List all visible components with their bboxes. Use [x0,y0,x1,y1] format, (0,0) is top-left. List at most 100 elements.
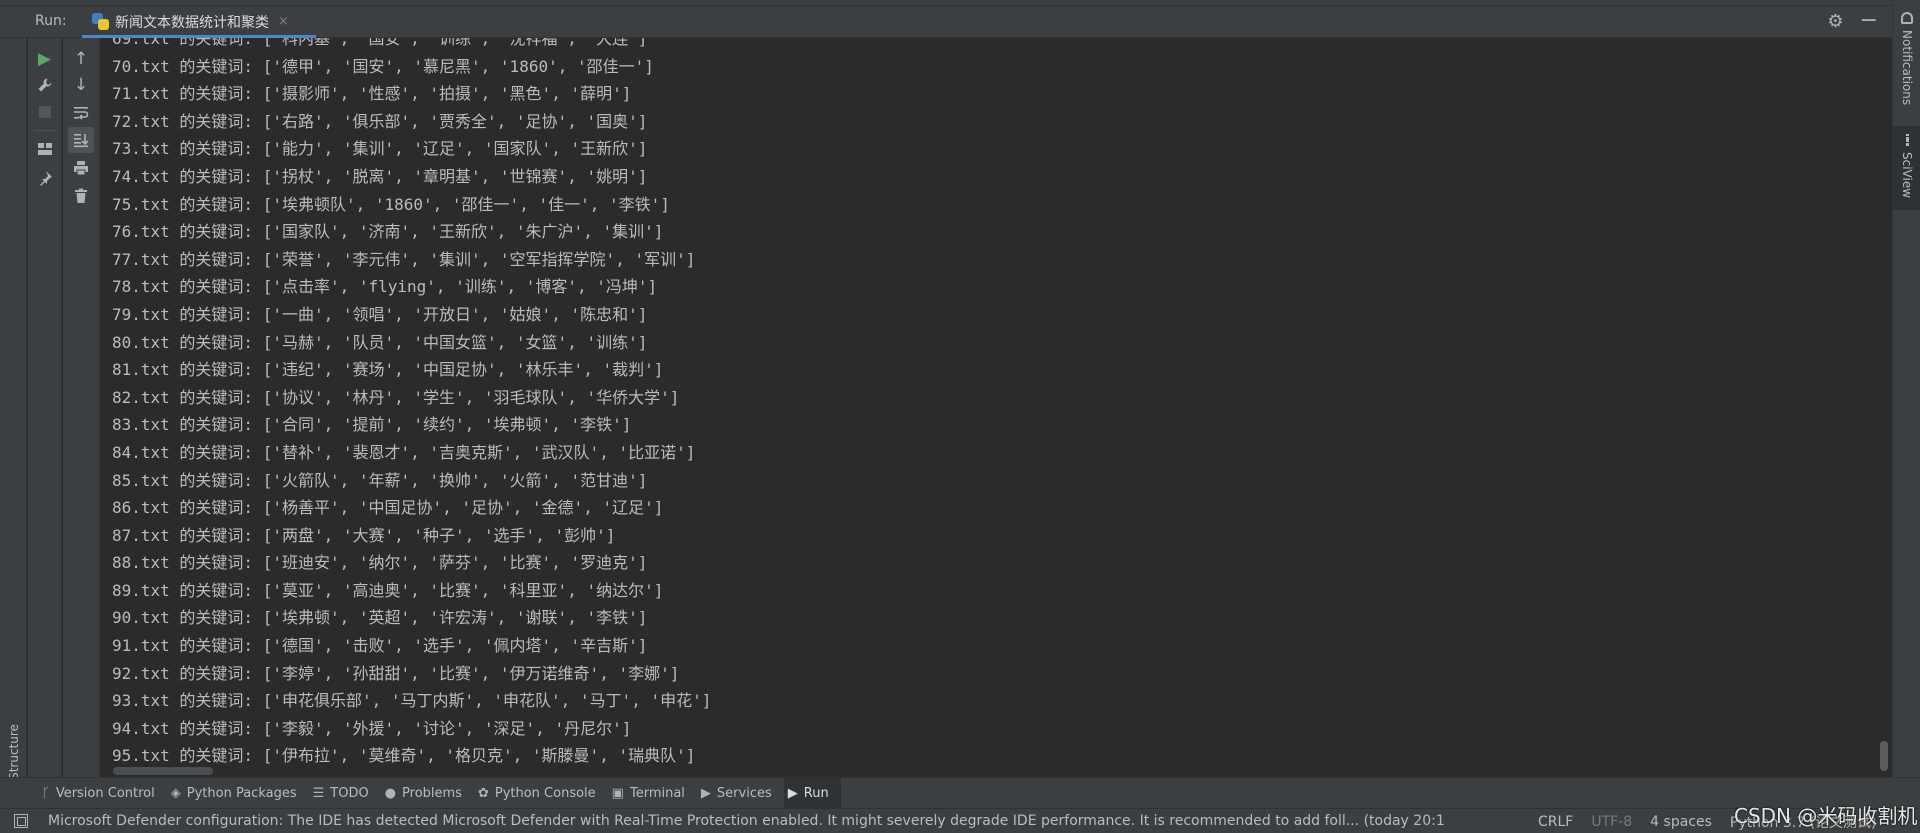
run-panel-title: Run: [35,13,67,29]
console-line: 71.txt 的关键词: ['摄影师', '性感', '拍摄', '黑色', '… [112,84,632,104]
console-line: 73.txt 的关键词: ['能力', '集训', '辽足', '国家队', '… [112,139,648,159]
run-toolbar-secondary: ↑ ↓ [63,38,100,777]
next-occurrence-button[interactable]: ↓ [68,72,94,98]
console-line: 89.txt 的关键词: ['莫亚', '高迪奥', '比赛', '科里亚', … [112,580,664,600]
clear-all-button[interactable] [68,183,94,209]
tab-services[interactable]: ▶ Services [697,778,784,808]
branch-icon: ᚴ [42,785,50,801]
previous-occurrence-button[interactable]: ↑ [68,46,94,72]
console-line: 72.txt 的关键词: ['右路', '俱乐部', '贾秀全', '足协', … [112,111,648,131]
console-line: 91.txt 的关键词: ['德国', '击败', '选手', '佩内塔', '… [112,636,648,656]
toggle-tool-windows-icon[interactable] [14,814,28,828]
console-line: 74.txt 的关键词: ['拐杖', '脱离', '章明基', '世锦赛', … [112,166,648,186]
indent-widget[interactable]: 4 spaces [1650,814,1712,830]
console-line: 94.txt 的关键词: ['李毅', '外援', '讨论', '深足', '丹… [112,718,632,738]
tab-run-label: Run [803,785,829,801]
console-line: 92.txt 的关键词: ['李婷', '孙甜甜', '比赛', '伊万诺维奇'… [112,663,680,683]
minimize-icon[interactable]: − [1860,9,1878,32]
status-bar: Microsoft Defender configuration: The ID… [0,808,1920,833]
horizontal-scrollbar[interactable] [113,767,213,775]
run-config-tab[interactable]: 新闻文本数据统计和聚类 × [82,6,316,38]
console-line: 78.txt 的关键词: ['点击率', 'flying', '训练', '博客… [112,277,658,297]
rerun-button[interactable]: ▶ [32,46,58,72]
toolbar-divider [34,130,56,131]
trash-icon [75,188,87,203]
arrow-down-icon: ↓ [73,75,89,95]
left-tool-stripe: Structure [0,38,27,796]
run-config-tab-label: 新闻文本数据统计和聚类 [115,14,269,31]
python-icon [92,13,109,30]
console-line: 86.txt 的关键词: ['杨善平', '中国足协', '足协', '金德',… [112,498,664,518]
console-line: 93.txt 的关键词: ['申花俱乐部', '马丁内斯', '申花队', '马… [112,691,712,711]
console-line: 82.txt 的关键词: ['协议', '林丹', '学生', '羽毛球队', … [112,387,680,407]
line-separator-widget[interactable]: CRLF [1538,814,1573,830]
tab-run[interactable]: ▶ Run [783,778,841,808]
list-icon: ☰ [312,785,325,801]
console-line: 79.txt 的关键词: ['一曲', '领唱', '开放日', '姑娘', '… [112,304,648,324]
watermark: CSDN @米码收割机 [1734,804,1918,828]
console-line: 84.txt 的关键词: ['替补', '裴恩才', '吉奥克斯', '武汉队'… [112,442,696,462]
layout-icon [37,143,52,155]
soft-wrap-button[interactable] [68,100,94,126]
scrollbar-thumb[interactable] [1880,741,1888,771]
console-line: 75.txt 的关键词: ['埃弗顿队', '1860', '邵佳一', '佳一… [112,194,670,214]
console-line: 77.txt 的关键词: ['荣誉', '李元伟', '集训', '空军指挥学院… [112,249,696,269]
tab-python-console-label: Python Console [494,785,596,801]
console-line: 83.txt 的关键词: ['合同', '提前', '续约', '埃弗顿', '… [112,415,632,435]
console-lines: 69.txt 的关键词: ['科内基', '国安', '训练', '沈祥福', … [112,38,711,770]
bottom-tool-bar: ᚴ Version Control ◈ Python Packages ☰ TO… [0,777,1920,808]
modify-config-button[interactable] [32,72,58,98]
soft-wrap-icon [74,107,89,120]
run-toolbar-primary: ▶ [28,38,62,777]
pin-tab-button[interactable] [32,165,58,191]
console-line: 87.txt 的关键词: ['两盘', '大赛', '种子', '选手', '彭… [112,525,616,545]
bar-chart-icon [1905,134,1909,146]
console-line: 70.txt 的关键词: ['德甲', '国安', '慕尼黑', '1860',… [112,56,654,76]
tab-sciview-label: SciView [1900,152,1914,199]
tab-sciview[interactable]: SciView [1893,126,1920,210]
bell-icon [1901,12,1913,24]
scroll-to-end-button[interactable] [68,127,94,153]
console-line: 85.txt 的关键词: ['火箭队', '年薪', '换帅', '火箭', '… [112,470,648,490]
terminal-icon: ▣ [611,785,624,801]
tab-problems-label: Problems [402,785,462,801]
console-line: 90.txt 的关键词: ['埃弗顿', '英超', '许宏涛', '谢联', … [112,608,648,628]
status-message[interactable]: Microsoft Defender configuration: The ID… [48,813,1548,829]
tab-todo-label: TODO [330,785,369,801]
vertical-scrollbar[interactable] [1878,38,1890,775]
console-line: 76.txt 的关键词: ['国家队', '济南', '王新欣', '朱广沪',… [112,222,664,242]
layers-icon: ◈ [170,785,181,801]
run-icon: ▶ [787,785,798,801]
play-icon: ▶ [37,49,52,69]
stop-button[interactable] [32,99,58,125]
tab-python-console[interactable]: ✿ Python Console [474,778,608,808]
run-toolwindow-header: Run: 新闻文本数据统计和聚类 × ⚙ − [0,6,1892,38]
close-icon[interactable]: × [278,14,289,29]
stop-icon [38,106,51,118]
pin-icon [39,171,52,186]
python-icon: ✿ [477,785,489,801]
layout-button[interactable] [32,136,58,162]
tab-python-packages-label: Python Packages [186,785,297,801]
tab-structure-label: Structure [6,724,21,780]
console-output[interactable]: 69.txt 的关键词: ['科内基', '国安', '训练', '沈祥福', … [101,38,1890,775]
console-line: 88.txt 的关键词: ['班迪安', '纳尔', '萨芬', '比赛', '… [112,553,648,573]
tab-notifications[interactable]: Notifications [1893,6,1920,106]
tab-problems[interactable]: ● Problems [381,778,474,808]
services-icon: ▶ [700,785,711,801]
tab-notifications-label: Notifications [1900,30,1914,106]
wrench-icon [38,78,51,92]
tab-version-control[interactable]: ᚴ Version Control [38,778,167,808]
right-tool-stripe: Notifications SciView [1892,0,1920,777]
tab-terminal[interactable]: ▣ Terminal [608,778,697,808]
encoding-widget[interactable]: UTF-8 [1591,814,1632,830]
tab-todo[interactable]: ☰ TODO [309,778,381,808]
arrow-up-icon: ↑ [73,49,89,69]
tab-version-control-label: Version Control [55,785,155,801]
print-icon [74,161,88,176]
tab-python-packages[interactable]: ◈ Python Packages [167,778,309,808]
print-button[interactable] [68,155,94,181]
tab-services-label: Services [716,785,772,801]
console-line: 81.txt 的关键词: ['违纪', '赛场', '中国足协', '林乐丰',… [112,360,664,380]
gear-icon[interactable]: ⚙ [1827,12,1843,31]
